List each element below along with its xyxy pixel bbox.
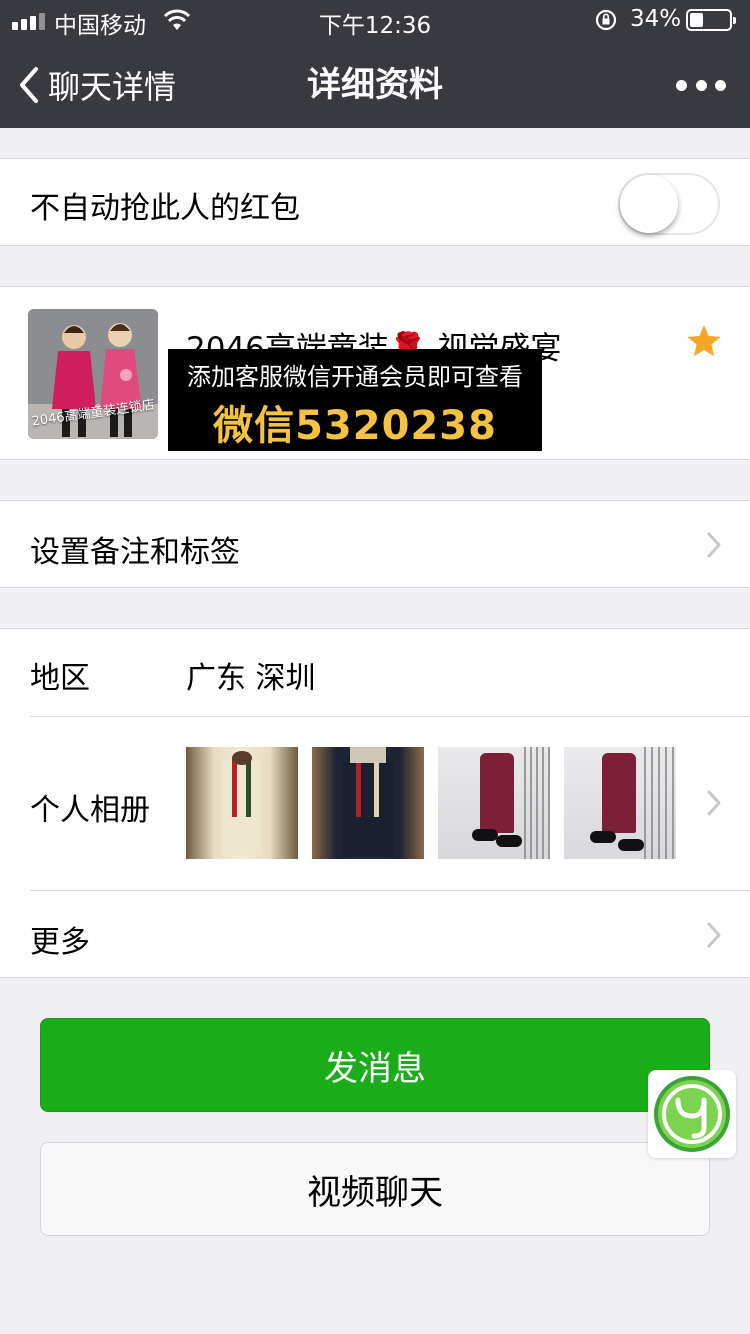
more-row[interactable]: 更多 [0,891,750,977]
chevron-right-icon [707,790,721,816]
red-packet-label: 不自动抢此人的红包 [30,191,300,226]
region-value: 广东 深圳 [186,661,316,696]
profile-card[interactable]: 2046高端童装连锁店 2046高端童装🌹 视觉盛宴 添加客服微信开通会员即可查… [0,286,750,460]
send-message-button[interactable]: 发消息 [40,1018,710,1112]
region-label: 地区 [30,661,90,696]
avatar[interactable]: 2046高端童装连锁店 [28,309,158,439]
promo-overlay: 添加客服微信开通会员即可查看 微信5320238 [168,349,542,451]
album-thumbnails [186,747,676,859]
chevron-right-icon [707,532,721,558]
battery-icon [686,9,736,31]
toggle-knob [620,175,678,233]
watermark-logo-icon [648,1070,736,1158]
more-options-button[interactable] [676,70,726,100]
album-photo [438,747,550,859]
battery-percent: 34% [630,6,682,32]
remark-row[interactable]: 设置备注和标签 [0,500,750,588]
page-title: 详细资料 [307,65,443,105]
more-dot-icon [715,79,726,91]
album-photo [564,747,676,859]
album-photo [186,747,298,859]
album-row[interactable]: 个人相册 [0,717,750,890]
rotation-lock-icon [595,9,617,31]
album-label: 个人相册 [30,793,150,828]
red-packet-toggle[interactable] [618,173,720,235]
video-call-button[interactable]: 视频聊天 [40,1142,710,1236]
more-dot-icon [676,79,687,91]
details-section: 地区 广东 深圳 个人相册 更多 [0,628,750,978]
promo-text: 添加客服微信开通会员即可查看 [187,363,523,391]
remark-label: 设置备注和标签 [30,535,240,570]
more-label: 更多 [30,925,90,960]
star-icon[interactable] [686,323,722,359]
chevron-right-icon [707,922,721,948]
red-packet-row: 不自动抢此人的红包 [0,158,750,246]
more-dot-icon [695,79,707,91]
top-bar: 中国移动 下午12:36 34% 聊天详情 详细资料 [0,0,750,128]
status-bar: 中国移动 下午12:36 34% [0,0,750,40]
promo-wechat-id: 微信5320238 [213,403,497,449]
album-photo [312,747,424,859]
